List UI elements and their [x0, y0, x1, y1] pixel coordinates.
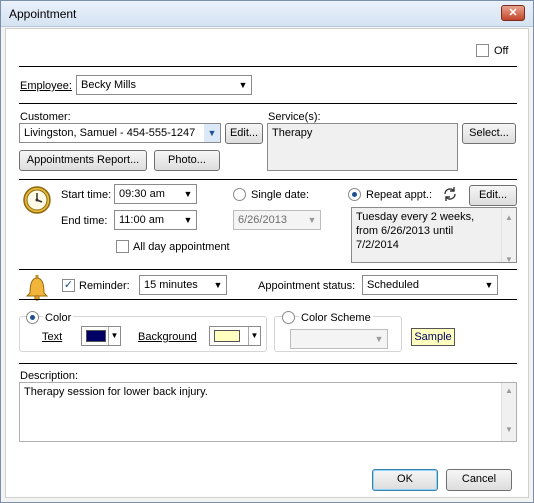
- single-date-value: 6/26/2013: [238, 214, 287, 226]
- repeat-edit-button[interactable]: Edit...: [469, 185, 517, 206]
- employee-value: Becky Mills: [81, 79, 137, 91]
- dialog-client-area: Off Employee: Becky Mills ▼ Customer: Li…: [5, 28, 529, 498]
- ok-button[interactable]: OK: [372, 469, 438, 491]
- background-color-swatch: [214, 330, 240, 342]
- employee-dropdown[interactable]: Becky Mills ▼: [76, 75, 252, 95]
- services-label: Service(s):: [268, 111, 321, 123]
- description-value: Therapy session for lower back injury.: [24, 386, 208, 398]
- repeat-appt-label: Repeat appt.:: [366, 189, 433, 201]
- color-sample: Sample: [411, 328, 455, 346]
- divider: [19, 269, 517, 270]
- all-day-checkbox[interactable]: [116, 240, 129, 253]
- chevron-down-icon: ▼: [307, 215, 317, 225]
- chevron-down-icon: ▼: [183, 215, 193, 225]
- clock-icon: [22, 185, 52, 215]
- description-label: Description:: [20, 370, 79, 382]
- divider: [19, 179, 517, 180]
- off-label: Off: [494, 45, 509, 57]
- customer-value: Livingston, Samuel - 454-555-1247: [24, 127, 196, 139]
- reminder-label: Reminder:: [79, 280, 130, 292]
- chevron-down-icon: ▼: [213, 280, 223, 290]
- chevron-down-icon: ▼: [238, 80, 248, 90]
- background-color-picker[interactable]: ▼: [209, 326, 261, 346]
- appointment-status-value: Scheduled: [367, 279, 419, 291]
- color-scheme-radio[interactable]: [282, 311, 295, 324]
- appointment-status-dropdown[interactable]: Scheduled ▼: [362, 275, 498, 295]
- reminder-checkbox[interactable]: ✓: [62, 279, 75, 292]
- reminder-dropdown[interactable]: 15 minutes ▼: [139, 275, 227, 295]
- appointments-report-button[interactable]: Appointments Report...: [19, 150, 147, 171]
- start-time-dropdown[interactable]: 09:30 am ▼: [114, 184, 197, 204]
- customer-edit-button[interactable]: Edit...: [225, 123, 263, 144]
- refresh-icon[interactable]: [442, 186, 458, 202]
- window-title: Appointment: [9, 7, 77, 21]
- divider: [19, 66, 517, 67]
- text-color-picker[interactable]: ▼: [81, 326, 121, 346]
- color-scheme-dropdown[interactable]: ▼: [290, 329, 388, 349]
- services-select-button[interactable]: Select...: [462, 123, 516, 144]
- bell-icon: [22, 273, 52, 301]
- chevron-down-icon: ▼: [248, 327, 260, 345]
- start-time-label: Start time:: [61, 189, 112, 201]
- scroll-down-icon[interactable]: ▼: [502, 253, 516, 267]
- divider: [19, 363, 517, 364]
- services-value: Therapy: [272, 127, 313, 139]
- chevron-down-icon: ▼: [183, 189, 193, 199]
- services-list[interactable]: Therapy: [267, 123, 458, 171]
- text-color-label: Text: [42, 331, 63, 343]
- divider: [19, 103, 517, 104]
- repeat-scrollbar[interactable]: ▲ ▼: [501, 208, 516, 264]
- scroll-up-icon[interactable]: ▲: [502, 386, 516, 395]
- single-date-label: Single date:: [251, 189, 310, 201]
- appointment-window: Appointment ✕ Off Employee: Becky Mills …: [0, 0, 534, 503]
- divider: [19, 299, 517, 300]
- off-checkbox[interactable]: [476, 44, 489, 57]
- cancel-button[interactable]: Cancel: [446, 469, 512, 491]
- text-color-swatch: [86, 330, 106, 342]
- all-day-label: All day appointment: [133, 241, 230, 253]
- end-time-value: 11:00 am: [119, 214, 165, 226]
- photo-button[interactable]: Photo...: [154, 150, 220, 171]
- color-scheme-label: Color Scheme: [299, 312, 373, 324]
- customer-dropdown[interactable]: Livingston, Samuel - 454-555-1247 ▼: [19, 123, 221, 143]
- repeat-description: Tuesday every 2 weeks, from 6/26/2013 un…: [356, 211, 475, 251]
- scroll-up-icon[interactable]: ▲: [502, 211, 516, 225]
- color-label: Color: [43, 312, 74, 324]
- single-date-picker[interactable]: 6/26/2013 ▼: [233, 210, 321, 230]
- description-textarea[interactable]: Therapy session for lower back injury. ▲…: [19, 382, 517, 442]
- background-color-label: Background: [138, 331, 197, 343]
- appointment-status-label: Appointment status:: [258, 280, 356, 292]
- chevron-down-icon: ▼: [108, 327, 120, 345]
- color-radio[interactable]: [26, 311, 39, 324]
- customer-label: Customer:: [20, 111, 71, 123]
- repeat-description-box[interactable]: Tuesday every 2 weeks, from 6/26/2013 un…: [351, 207, 517, 264]
- employee-label: Employee:: [20, 80, 72, 92]
- single-date-radio[interactable]: [233, 188, 246, 201]
- end-time-dropdown[interactable]: 11:00 am ▼: [114, 210, 197, 230]
- end-time-label: End time:: [61, 215, 108, 227]
- title-bar[interactable]: Appointment ✕: [1, 1, 533, 27]
- repeat-appt-radio[interactable]: [348, 188, 361, 201]
- start-time-value: 09:30 am: [119, 188, 165, 200]
- description-scrollbar[interactable]: ▲ ▼: [501, 383, 516, 441]
- scroll-down-icon[interactable]: ▼: [502, 425, 516, 434]
- chevron-down-icon: ▼: [374, 334, 384, 344]
- reminder-value: 15 minutes: [144, 279, 198, 291]
- chevron-down-icon: ▼: [204, 124, 220, 142]
- close-button[interactable]: ✕: [501, 5, 525, 21]
- chevron-down-icon: ▼: [484, 280, 494, 290]
